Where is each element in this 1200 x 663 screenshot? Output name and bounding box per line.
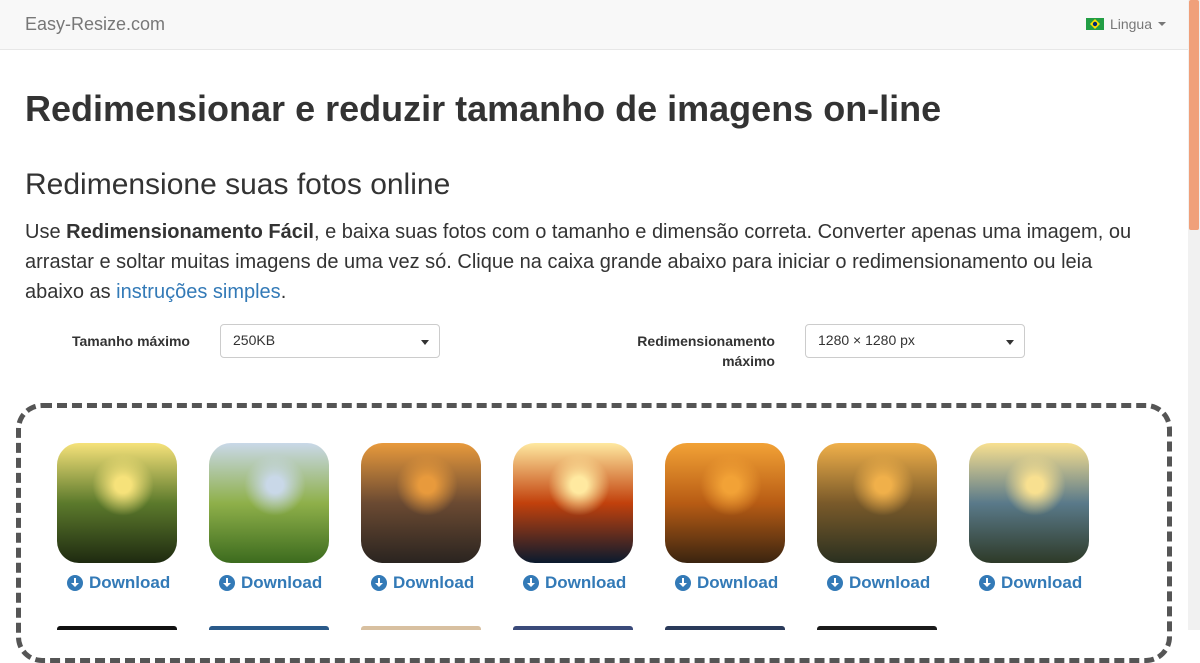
- download-icon: [827, 575, 843, 591]
- page-title: Redimensionar e reduzir tamanho de image…: [25, 88, 942, 129]
- brand-link[interactable]: Easy-Resize.com: [25, 14, 165, 35]
- download-link[interactable]: Download: [675, 573, 778, 593]
- sample-image-wave-splash[interactable]: [361, 443, 481, 563]
- download-link[interactable]: Download: [523, 573, 626, 593]
- sample-image-partial[interactable]: [665, 626, 785, 630]
- download-icon: [523, 575, 539, 591]
- max-size-label: Tamanho máximo: [72, 333, 190, 349]
- max-size-value: 250KB: [233, 332, 276, 348]
- intro-paragraph: Use Redimensionamento Fácil, e baixa sua…: [25, 217, 1135, 307]
- sample-image-partial[interactable]: [817, 626, 937, 630]
- download-link[interactable]: Download: [827, 573, 930, 593]
- sample-image-mountain-lake[interactable]: [969, 443, 1089, 563]
- language-dropdown[interactable]: Lingua: [1085, 16, 1166, 32]
- navbar: Easy-Resize.com Lingua: [0, 0, 1188, 50]
- download-icon: [219, 575, 235, 591]
- download-label: Download: [545, 573, 627, 592]
- sample-image-forest-sunrise[interactable]: [57, 443, 177, 563]
- chevron-down-icon: [1006, 340, 1014, 345]
- page-scrollbar[interactable]: [1188, 0, 1200, 630]
- page-subtitle: Redimensione suas fotos online: [25, 168, 451, 201]
- sample-image-green-hills[interactable]: [209, 443, 329, 563]
- caret-down-icon: [1158, 22, 1166, 26]
- download-icon: [979, 575, 995, 591]
- chevron-down-icon: [421, 340, 429, 345]
- download-link[interactable]: Download: [371, 573, 474, 593]
- brazil-flag-icon: [1085, 18, 1104, 30]
- download-label: Download: [89, 573, 171, 592]
- intro-prefix: Use: [25, 221, 67, 243]
- max-resize-label: Redimensionamento máximo: [600, 331, 775, 371]
- sample-image-village-sunset[interactable]: [817, 443, 937, 563]
- max-resize-select[interactable]: 1280 × 1280 px: [805, 324, 1025, 358]
- sample-image-partial[interactable]: [513, 626, 633, 630]
- download-label: Download: [849, 573, 931, 592]
- language-label: Lingua: [1109, 16, 1152, 32]
- intro-bold: Redimensionamento Fácil: [66, 221, 314, 243]
- sample-image-partial[interactable]: [361, 626, 481, 630]
- download-icon: [371, 575, 387, 591]
- download-link[interactable]: Download: [219, 573, 322, 593]
- sample-image-partial[interactable]: [209, 626, 329, 630]
- download-label: Download: [241, 573, 323, 592]
- download-label: Download: [1001, 573, 1083, 592]
- max-resize-label-line1: Redimensionamento: [637, 333, 775, 349]
- download-link[interactable]: Download: [67, 573, 170, 593]
- sample-image-palm-beach-sunset[interactable]: [665, 443, 785, 563]
- sample-image-partial[interactable]: [57, 626, 177, 630]
- download-icon: [67, 575, 83, 591]
- instructions-link[interactable]: instruções simples: [116, 281, 281, 303]
- sample-image-earth-sunrise[interactable]: [513, 443, 633, 563]
- scrollbar-thumb[interactable]: [1189, 0, 1199, 230]
- download-label: Download: [393, 573, 475, 592]
- download-label: Download: [697, 573, 779, 592]
- max-size-select[interactable]: 250KB: [220, 324, 440, 358]
- intro-suffix: .: [280, 281, 287, 303]
- max-resize-value: 1280 × 1280 px: [818, 332, 915, 348]
- max-resize-label-line2: máximo: [722, 353, 775, 369]
- download-icon: [675, 575, 691, 591]
- download-link[interactable]: Download: [979, 573, 1082, 593]
